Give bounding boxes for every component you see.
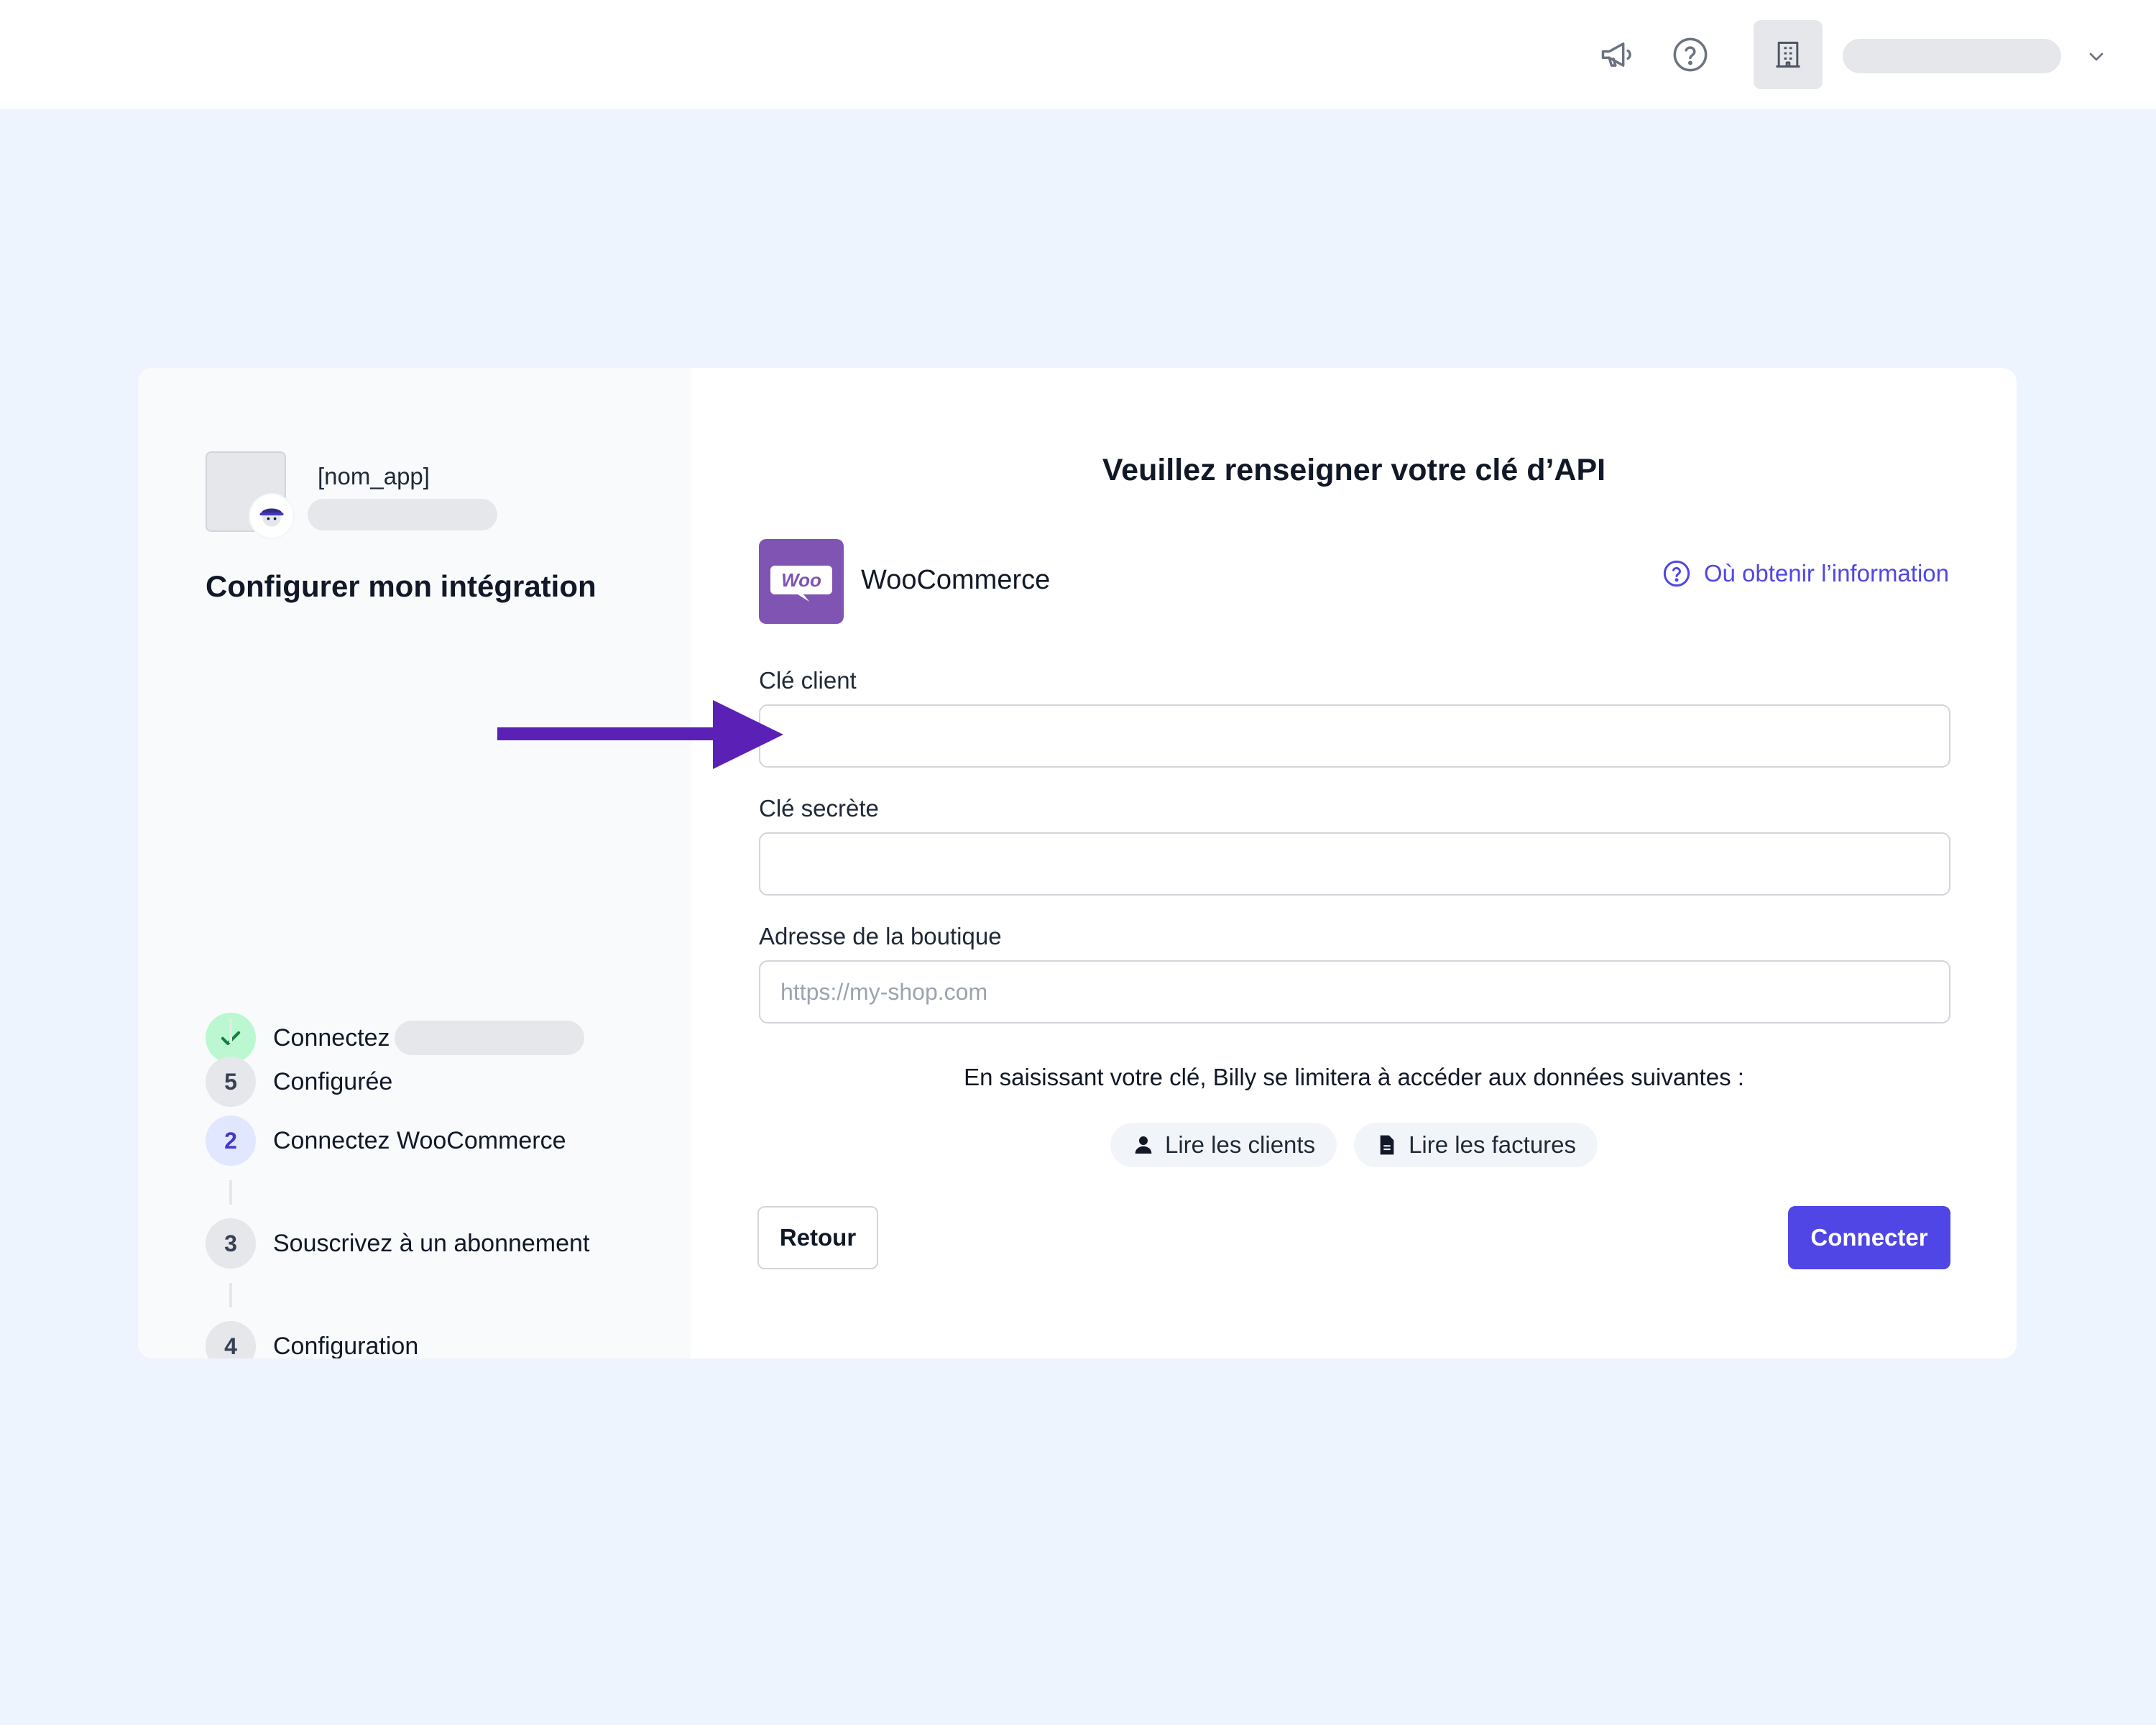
- step-number: 5: [206, 1057, 256, 1107]
- document-icon: [1380, 1135, 1394, 1155]
- step-2: 2 Connectez WooCommerce: [206, 1115, 566, 1167]
- sidebar-title: Configurer mon intégration: [206, 569, 596, 603]
- client-key-input[interactable]: [759, 704, 1950, 768]
- annotation-arrow: [497, 700, 783, 769]
- top-bar: [0, 0, 2156, 109]
- permission-badge: Lire les factures: [1354, 1123, 1598, 1167]
- secret-key-label: Clé secrète: [759, 795, 879, 822]
- app-subtitle-placeholder: [308, 499, 497, 530]
- building-icon[interactable]: [1754, 20, 1823, 89]
- permission-label: Lire les factures: [1409, 1131, 1577, 1158]
- woocommerce-logo: Woo: [759, 539, 844, 624]
- step-connector: [229, 1283, 232, 1307]
- steps-sidebar: [nom_app] Configurer mon intégration Con…: [138, 368, 691, 1358]
- help-icon[interactable]: [1669, 33, 1712, 76]
- app-name: [nom_app]: [318, 463, 430, 489]
- step-4: 4 Configuration: [206, 1320, 418, 1358]
- permission-badge: Lire les clients: [1110, 1123, 1337, 1167]
- step-number: 4: [206, 1321, 256, 1358]
- connect-button[interactable]: Connecter: [1788, 1206, 1950, 1269]
- step-label: Souscrivez à un abonnement: [273, 1229, 590, 1257]
- provider-name: WooCommerce: [861, 565, 1051, 595]
- step-connector: [229, 1018, 232, 1043]
- step-3: 3 Souscrivez à un abonnement: [206, 1218, 589, 1269]
- step-label: Connectez: [273, 1024, 390, 1052]
- permission-label: Lire les clients: [1164, 1131, 1316, 1158]
- info-link[interactable]: Où obtenir l’information: [1662, 559, 1949, 588]
- user-icon: [1135, 1136, 1152, 1154]
- account-name-placeholder[interactable]: [1843, 39, 2061, 73]
- step-name-placeholder: [394, 1021, 584, 1055]
- integration-card: [nom_app] Configurer mon intégration Con…: [138, 368, 2017, 1358]
- step-label: Connectez WooCommerce: [273, 1126, 566, 1154]
- client-key-label: Clé client: [759, 667, 857, 694]
- permissions-list: Lire les clients Lire les factures: [691, 1123, 2017, 1167]
- step-number: 2: [206, 1116, 256, 1166]
- page-title: Veuillez renseigner votre clé d’API: [1102, 453, 1606, 487]
- shop-address-input[interactable]: [759, 960, 1950, 1024]
- step-number: 3: [206, 1218, 256, 1269]
- step-5: 5 Configurée: [206, 1056, 392, 1108]
- woocommerce-logo-text: Woo: [781, 569, 821, 591]
- secret-key-input[interactable]: [759, 832, 1950, 896]
- step-connector: [229, 1180, 232, 1205]
- help-circle-icon: [1663, 560, 1690, 587]
- chevron-down-icon[interactable]: [2078, 39, 2114, 75]
- step-label: Configurée: [273, 1067, 393, 1095]
- shop-address-label: Adresse de la boutique: [759, 923, 1002, 949]
- back-button[interactable]: Retour: [757, 1206, 878, 1269]
- megaphone-icon[interactable]: [1595, 33, 1639, 76]
- billy-avatar-icon: [250, 494, 293, 538]
- permissions-notice: En saisissant votre clé, Billy se limite…: [964, 1064, 1744, 1090]
- step-label: Configuration: [273, 1332, 419, 1359]
- info-link-label[interactable]: Où obtenir l’information: [1704, 560, 1949, 587]
